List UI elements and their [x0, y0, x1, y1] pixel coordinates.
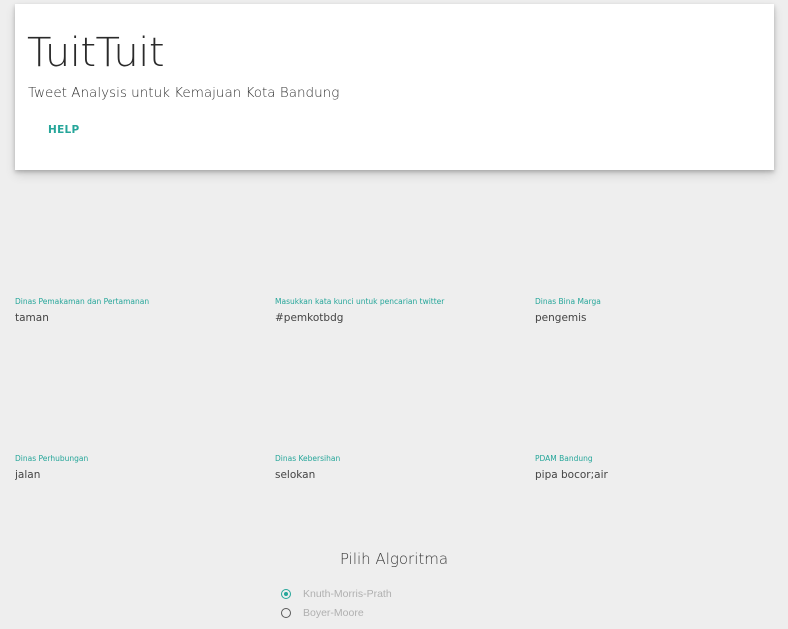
radio-option-boyer-moore[interactable]: Boyer-Moore	[281, 605, 364, 621]
app-title: TuitTuit	[27, 30, 165, 76]
keyword-input-pdam[interactable]	[535, 468, 755, 482]
help-button[interactable]: HELP	[48, 124, 80, 136]
field-dinas-perhubungan: Dinas Perhubungan	[15, 454, 255, 482]
page: TuitTuit Tweet Analysis untuk Kemajuan K…	[0, 0, 788, 629]
field-label: Masukkan kata kunci untuk pencarian twit…	[275, 297, 445, 306]
field-search-keyword: Masukkan kata kunci untuk pencarian twit…	[275, 297, 515, 325]
field-label: Dinas Pemakaman dan Pertamanan	[15, 297, 150, 306]
search-keyword-input[interactable]	[275, 311, 495, 325]
field-label: PDAM Bandung	[535, 454, 593, 463]
radio-label[interactable]: Knuth-Morris-Prath	[303, 588, 392, 600]
field-dinas-kebersihan: Dinas Kebersihan	[275, 454, 515, 482]
radio-option-kmp[interactable]: Knuth-Morris-Prath	[281, 586, 392, 602]
field-dinas-bina-marga: Dinas Bina Marga	[535, 297, 775, 325]
header-card: TuitTuit Tweet Analysis untuk Kemajuan K…	[15, 4, 774, 170]
field-label: Dinas Kebersihan	[275, 454, 341, 463]
keyword-input-bina-marga[interactable]	[535, 311, 755, 325]
keyword-input-kebersihan[interactable]	[275, 468, 495, 482]
radio-button-unchecked[interactable]	[281, 608, 291, 618]
field-label: Dinas Perhubungan	[15, 454, 89, 463]
radio-label[interactable]: Boyer-Moore	[303, 607, 364, 619]
field-label: Dinas Bina Marga	[535, 297, 601, 306]
keyword-input-perhubungan[interactable]	[15, 468, 235, 482]
app-subtitle: Tweet Analysis untuk Kemajuan Kota Bandu…	[28, 85, 340, 101]
keyword-input-pemakaman[interactable]	[15, 311, 235, 325]
algorithm-title: Pilih Algoritma	[339, 550, 449, 568]
radio-button-checked[interactable]	[281, 589, 291, 599]
field-dinas-pemakaman: Dinas Pemakaman dan Pertamanan	[15, 297, 255, 325]
field-pdam-bandung: PDAM Bandung	[535, 454, 775, 482]
